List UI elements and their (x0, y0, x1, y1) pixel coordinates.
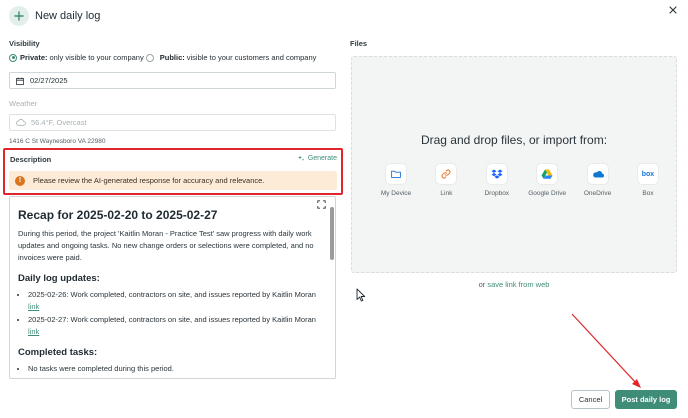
cancel-button[interactable]: Cancel (571, 390, 610, 409)
annotation-arrow-icon (571, 313, 641, 388)
post-daily-log-button[interactable]: Post daily log (615, 390, 677, 409)
